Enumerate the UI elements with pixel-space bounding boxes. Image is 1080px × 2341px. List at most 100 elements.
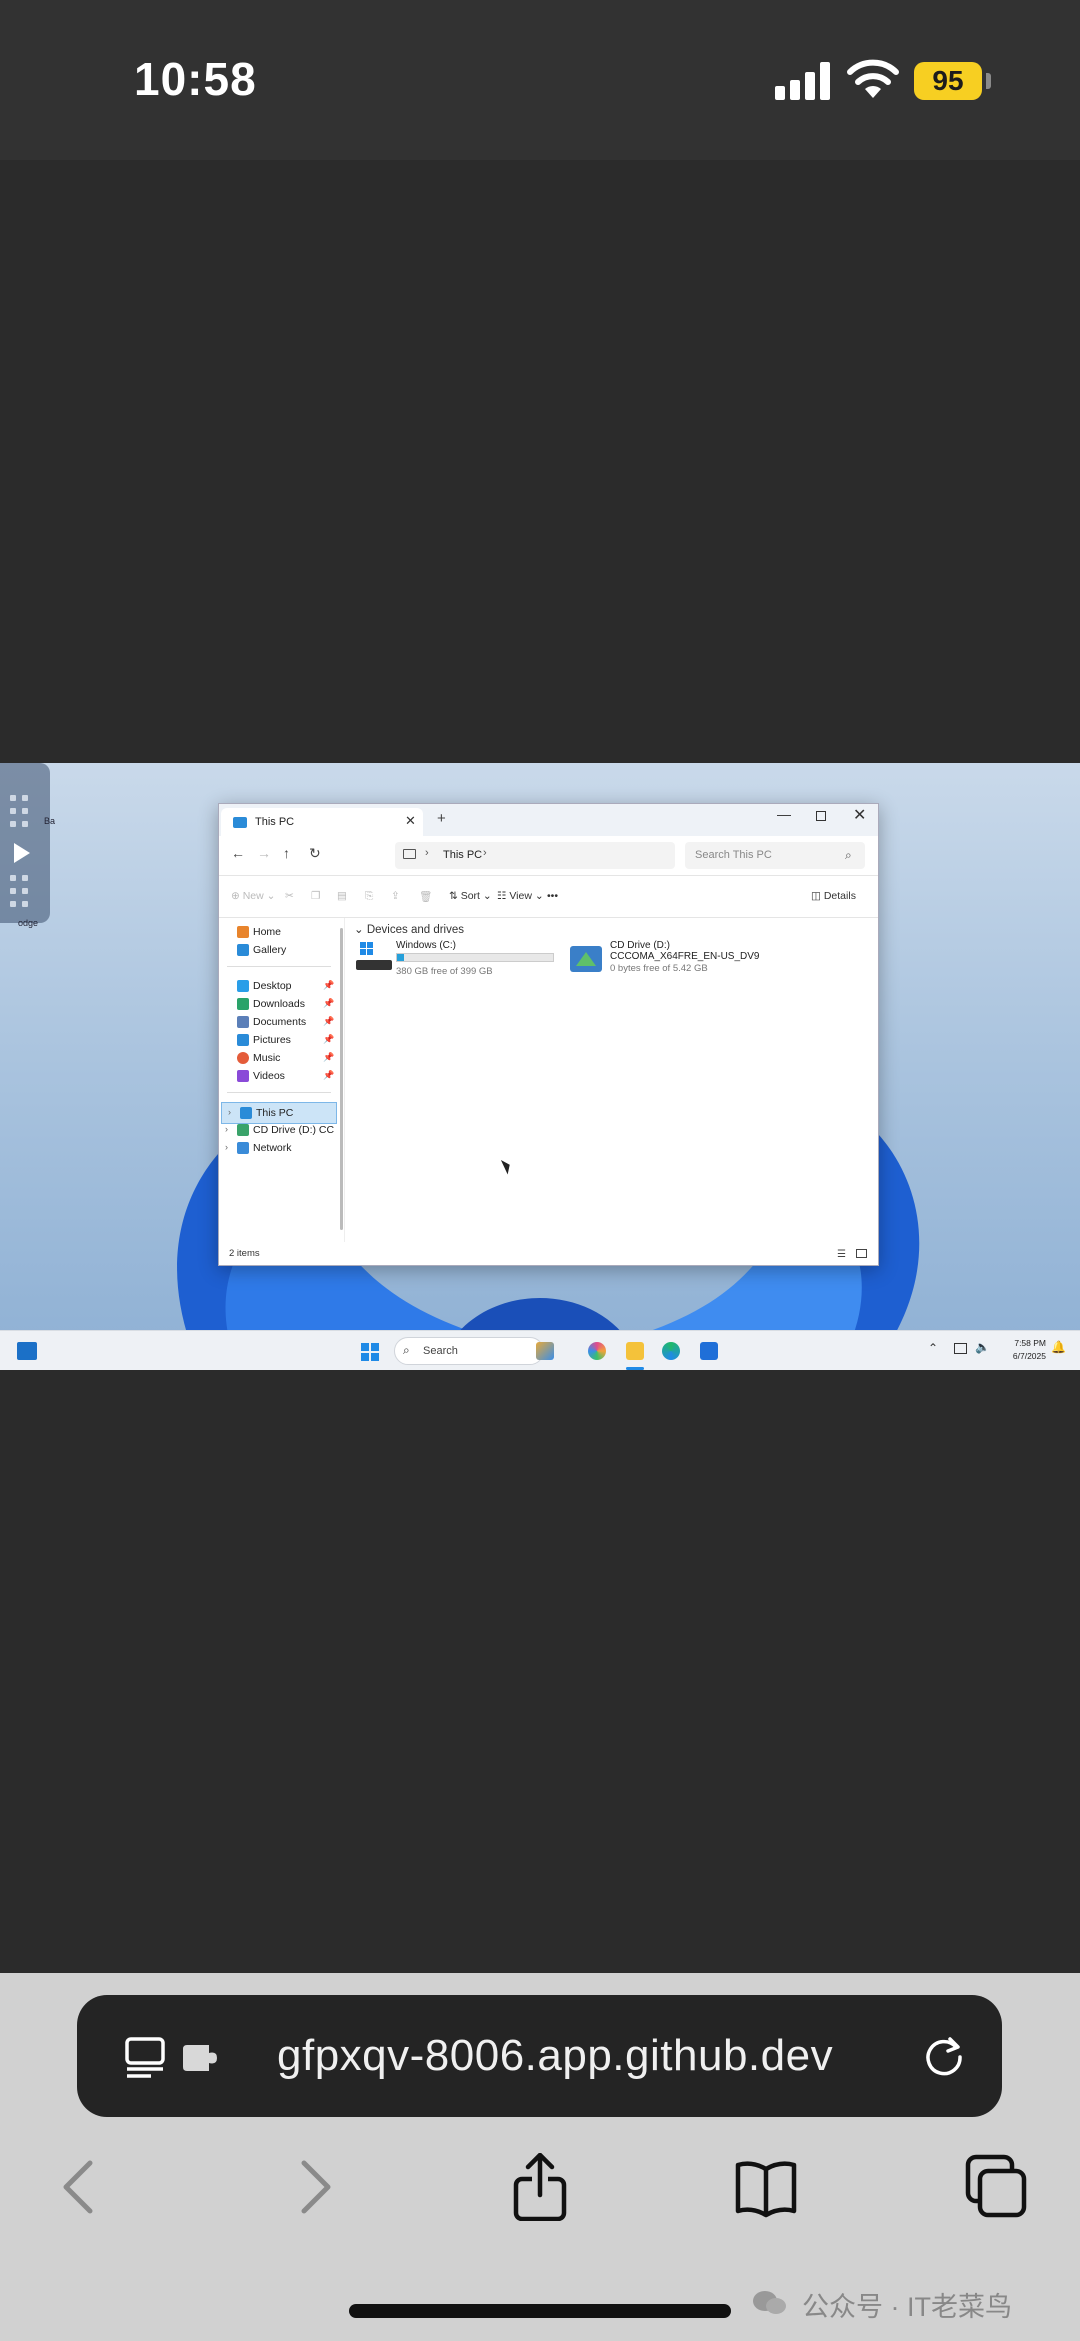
paste-icon[interactable]: ▤ <box>337 890 347 902</box>
chevron-right-icon[interactable]: › <box>225 1142 228 1152</box>
breadcrumb-this-pc[interactable]: This PC <box>443 849 482 861</box>
copy-icon[interactable]: ❐ <box>311 890 320 902</box>
back-icon[interactable] <box>48 2153 112 2221</box>
pin-icon: 📌 <box>323 998 335 1008</box>
sidebar-item-gallery[interactable]: Gallery <box>219 940 339 962</box>
start-button[interactable] <box>361 1343 379 1361</box>
search-input[interactable]: Search This PC ⌕ <box>685 842 865 869</box>
details-button[interactable]: ◫ Details <box>811 890 856 902</box>
close-window-icon[interactable]: ✕ <box>853 805 866 825</box>
desktop-edge-toolbar[interactable] <box>0 763 50 923</box>
cd-drive-icon <box>570 946 602 972</box>
drive-usage-fill <box>397 954 405 961</box>
minimize-icon[interactable]: — <box>777 806 791 822</box>
computer-icon <box>240 1107 252 1119</box>
sidebar-divider <box>227 966 331 967</box>
share-icon[interactable]: ⇪ <box>391 890 400 902</box>
view-button[interactable]: ☷ View ⌄ <box>497 890 544 902</box>
desktop-folder-icon <box>237 980 249 992</box>
refresh-icon[interactable]: ↻ <box>309 845 321 862</box>
group-header[interactable]: ⌄ Devices and drives <box>354 922 464 936</box>
sidebar-scrollbar[interactable] <box>340 928 343 1230</box>
sort-button[interactable]: ⇅ Sort ⌄ <box>449 890 492 902</box>
cellular-signal-icon <box>775 62 831 100</box>
search-icon: ⌕ <box>845 848 852 862</box>
home-indicator[interactable] <box>349 2304 731 2318</box>
pin-icon: 📌 <box>323 1034 335 1044</box>
bookmarks-icon[interactable] <box>734 2153 798 2221</box>
widgets-icon[interactable] <box>17 1342 37 1360</box>
drive-free-space: 0 bytes free of 5.42 GB <box>610 963 708 974</box>
breadcrumb-chevron-icon[interactable]: › <box>483 847 487 859</box>
reload-icon[interactable] <box>922 2033 966 2077</box>
page-menu-icon[interactable] <box>125 2035 169 2079</box>
edge-icon[interactable] <box>662 1342 680 1360</box>
network-tray-icon[interactable] <box>954 1343 967 1354</box>
search-highlight-icon <box>536 1342 554 1360</box>
close-tab-icon[interactable]: ✕ <box>405 813 416 829</box>
new-tab-icon[interactable]: + <box>437 810 446 827</box>
safari-bottom-bar: gfpxqv-8006.app.github.dev 公众号 · IT老菜鸟 <box>0 1973 1080 2341</box>
details-view-icon[interactable]: ☰ <box>837 1249 846 1260</box>
forward-icon[interactable] <box>282 2153 346 2221</box>
computer-icon <box>403 849 416 859</box>
url-text[interactable]: gfpxqv-8006.app.github.dev <box>277 2031 833 2081</box>
gallery-icon <box>237 944 249 956</box>
maximize-icon[interactable] <box>816 811 826 821</box>
chevron-right-icon[interactable]: › <box>225 1124 228 1134</box>
volume-icon[interactable]: 🔈 <box>975 1340 990 1354</box>
tab-title: This PC <box>255 816 295 828</box>
status-bar: 2 items ☰ <box>219 1242 878 1266</box>
search-icon: ⌕ <box>403 1343 410 1357</box>
play-icon[interactable] <box>14 843 30 863</box>
chevron-up-icon[interactable]: ⌃ <box>928 1341 938 1355</box>
chevron-right-icon[interactable]: › <box>228 1107 231 1117</box>
drive-usage-bar <box>396 953 554 962</box>
drive-name: CD Drive (D:) <box>610 940 670 951</box>
sidebar-item-network[interactable]: › Network <box>219 1138 339 1160</box>
desktop-icon-label: odge <box>18 918 39 928</box>
tiles-view-icon[interactable] <box>856 1249 867 1258</box>
taskbar-date[interactable]: 6/7/2025 <box>996 1351 1046 1361</box>
tabs-icon[interactable] <box>964 2153 1028 2221</box>
cut-icon[interactable]: ✂ <box>285 890 294 902</box>
battery-tip-icon <box>986 73 991 89</box>
download-icon <box>237 998 249 1010</box>
extension-icon[interactable] <box>181 2043 225 2073</box>
up-icon[interactable]: ↑ <box>283 845 290 861</box>
more-options-button[interactable]: ••• <box>547 890 558 902</box>
title-bar: This PC ✕ + — ✕ <box>219 804 878 836</box>
address-bar[interactable]: › This PC › <box>395 842 675 869</box>
drive-item-d[interactable]: CD Drive (D:) CCCOMA_X64FRE_EN-US_DV9 0 … <box>568 940 828 980</box>
new-button[interactable]: ⊕ New ⌄ <box>231 890 275 902</box>
remote-desktop-view[interactable]: Ba odge This PC ✕ + — ✕ ← → ↑ ↻ › This P… <box>0 763 1080 1370</box>
url-bar[interactable]: gfpxqv-8006.app.github.dev <box>77 1995 1002 2117</box>
sidebar-divider <box>227 1092 331 1093</box>
forward-icon[interactable]: → <box>257 845 271 861</box>
desktop-icon-label: Ba <box>44 816 56 826</box>
notification-icon[interactable]: 🔔 <box>1051 1340 1066 1354</box>
wechat-icon <box>753 2291 786 2314</box>
tab-this-pc[interactable]: This PC ✕ <box>221 808 423 836</box>
breadcrumb-chevron-icon[interactable]: › <box>425 847 429 859</box>
sidebar-item-videos[interactable]: Videos 📌 <box>219 1066 339 1088</box>
taskbar-search-box[interactable]: ⌕ Search <box>394 1337 544 1365</box>
battery-indicator: 95 <box>914 62 982 100</box>
computer-icon <box>233 817 247 828</box>
copilot-icon[interactable] <box>588 1342 606 1360</box>
taskbar-time[interactable]: 7:58 PM <box>1006 1338 1046 1348</box>
store-icon[interactable] <box>700 1342 718 1360</box>
share-icon[interactable] <box>508 2153 572 2221</box>
back-icon[interactable]: ← <box>231 845 245 861</box>
active-app-indicator <box>626 1367 644 1370</box>
pictures-icon <box>237 1034 249 1046</box>
watermark-text: 公众号 · IT老菜鸟 <box>802 2292 1012 2322</box>
navigation-bar: ← → ↑ ↻ › This PC › Search This PC ⌕ <box>219 836 878 876</box>
pin-icon: 📌 <box>323 980 335 990</box>
status-time: 10:58 <box>134 53 257 105</box>
rename-icon[interactable]: ⎘ <box>365 890 373 903</box>
wifi-icon <box>847 59 899 98</box>
drive-item-c[interactable]: Windows (C:) 380 GB free of 399 GB <box>354 940 574 980</box>
delete-icon[interactable]: 🗑 <box>419 890 432 903</box>
file-explorer-taskbar-icon[interactable] <box>626 1342 644 1360</box>
